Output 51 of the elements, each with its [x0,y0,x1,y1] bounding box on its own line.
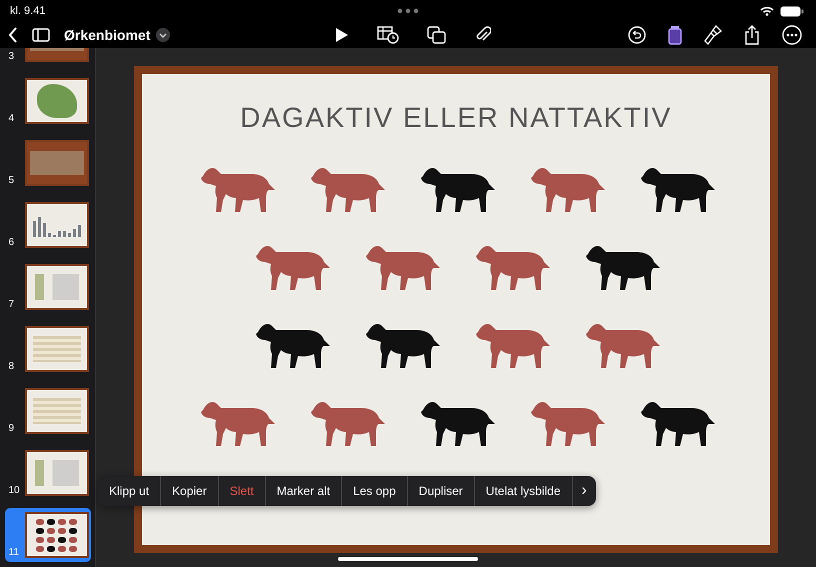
slide-thumbnail [25,140,88,186]
shapes-icon[interactable] [427,26,447,44]
wifi-icon [760,6,774,16]
back-icon[interactable] [8,27,18,43]
status-time: kl. 9.41 [10,5,46,17]
slide-thumbnail [25,264,88,310]
slide-title: DAGAKTIV ELLER NATTAKTIV [240,102,672,134]
document-title[interactable]: Ørkenbiomet [64,27,150,43]
more-menu-button[interactable]: › [572,476,596,506]
slide-number: 4 [8,114,16,124]
undo-icon[interactable] [628,26,646,44]
menu-item[interactable]: Dupliser [408,476,475,506]
menu-item[interactable]: Les opp [342,476,408,506]
slide-number: 8 [8,362,16,372]
table-clock-icon[interactable] [377,26,399,44]
slide-number: 7 [8,300,16,310]
battery-icon [780,6,804,16]
more-icon[interactable] [782,25,802,45]
slide-number: 11 [8,548,20,558]
menu-item[interactable]: Slett [218,476,266,506]
format-icon[interactable] [668,25,682,45]
slide-thumbnail-item[interactable]: 6 [4,198,90,252]
slide-thumbnail-item[interactable]: 3 [4,48,90,66]
slide-number: 9 [8,424,16,434]
menu-item[interactable]: Marker alt [266,476,342,506]
multitask-dots-icon[interactable] [397,8,419,14]
slide-thumbnail-item[interactable]: 10 [4,446,90,500]
paintbrush-icon[interactable] [704,25,722,45]
slide-thumbnail [25,450,88,496]
slide-thumbnail [25,202,88,248]
slide-number: 10 [8,486,21,496]
slide-thumbnail [25,512,88,558]
slide-thumbnail-item[interactable]: 7 [4,260,90,314]
slide-thumbnail [25,326,88,372]
slide-thumbnail-item[interactable]: 5 [4,136,90,190]
menu-item[interactable]: Kopier [161,476,219,506]
chevron-down-icon[interactable] [156,28,170,42]
slide-thumbnail-item[interactable]: 9 [4,384,90,438]
slide-thumbnail [25,388,88,434]
slide-number: 3 [8,52,16,62]
sidebar-icon[interactable] [32,28,50,42]
slide-thumbnail-item[interactable]: 8 [4,322,90,376]
play-icon[interactable] [335,27,349,43]
slide-thumbnail [25,78,88,124]
slide-number: 5 [8,176,16,186]
menu-item[interactable]: Utelat lysbilde [474,476,572,506]
share-icon[interactable] [744,25,760,45]
slide-number: 6 [8,238,16,248]
menu-item[interactable]: Klipp ut [98,476,162,506]
slide-thumbnail-item[interactable]: 11 [4,508,90,562]
slide-thumbnail-item[interactable]: 4 [4,74,90,128]
